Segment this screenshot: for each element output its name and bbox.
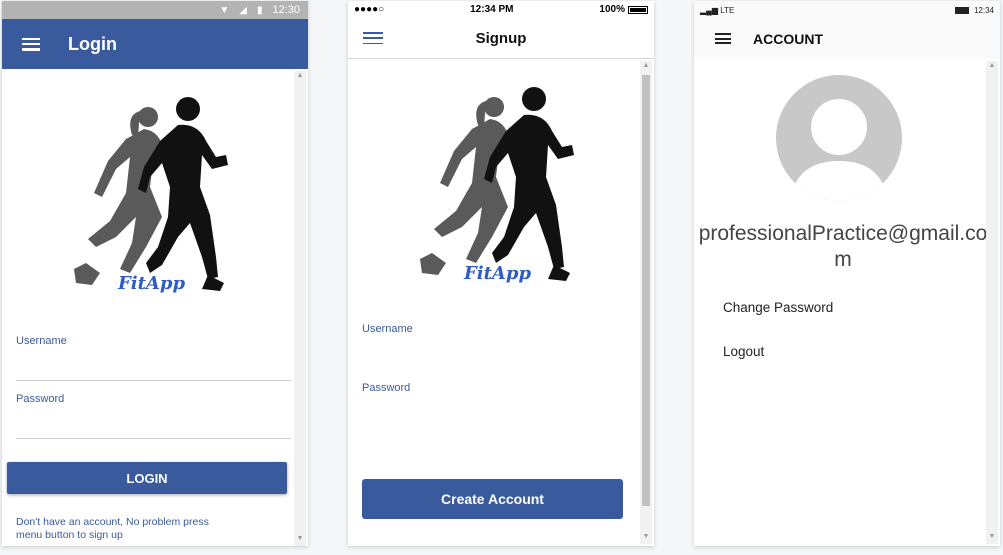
scrollbar[interactable]: ▲ ▼	[294, 71, 306, 546]
signal-icon: ▂▄▆	[700, 5, 718, 15]
scrollbar[interactable]: ▲ ▼	[640, 61, 652, 544]
hamburger-menu-icon[interactable]	[363, 32, 383, 44]
battery-icon	[954, 6, 969, 14]
page-title: ACCOUNT	[753, 31, 823, 47]
avatar	[776, 75, 902, 201]
scrollbar[interactable]: ▲ ▼	[986, 61, 998, 544]
battery-icon: ▮	[256, 4, 263, 16]
logout-link[interactable]: Logout	[723, 344, 764, 359]
wifi-icon: ▼	[219, 4, 230, 16]
password-label: Password	[362, 382, 411, 394]
username-label: Username	[16, 335, 67, 347]
status-time: 12:34 PM	[470, 4, 514, 15]
password-input[interactable]	[362, 400, 622, 426]
nav-bar: Signup	[348, 18, 654, 59]
username-label: Username	[362, 323, 413, 335]
page-title: Login	[68, 33, 117, 54]
scroll-up-icon[interactable]: ▲	[294, 71, 306, 81]
signal-indicator: ●●●●○	[354, 4, 385, 15]
signup-hint-text: Don't have an account, No problem press …	[16, 516, 209, 541]
app-bar: Login	[2, 19, 308, 69]
status-time: 12:34	[973, 5, 994, 15]
password-input[interactable]	[16, 411, 286, 437]
login-screen: ▼ ◢ ▮ 12:30 Login FitApp Username Passwo…	[2, 1, 308, 546]
hamburger-menu-icon[interactable]	[715, 33, 731, 44]
status-bar: ▂▄▆ LTE 12:34	[694, 1, 1000, 19]
logo-text: FitApp	[464, 263, 532, 284]
scroll-up-icon[interactable]: ▲	[986, 61, 998, 71]
status-bar: ●●●●○ 12:34 PM 100%	[348, 1, 654, 18]
password-underline	[16, 438, 291, 439]
signup-screen: ●●●●○ 12:34 PM 100% Signup FitApp Userna	[348, 1, 654, 546]
scroll-down-icon[interactable]: ▼	[640, 532, 652, 542]
scroll-down-icon[interactable]: ▼	[294, 534, 306, 544]
create-account-button[interactable]: Create Account	[362, 479, 623, 519]
page-title: Signup	[475, 29, 527, 47]
login-button[interactable]: LOGIN	[7, 462, 287, 494]
username-input[interactable]	[362, 341, 622, 367]
default-user-icon	[790, 99, 888, 201]
status-time: 12:30	[272, 4, 300, 16]
logo-text: FitApp	[118, 273, 186, 294]
hamburger-menu-icon[interactable]	[22, 37, 40, 51]
fitapp-logo-image: FitApp	[66, 97, 236, 297]
battery-percent: 100%	[599, 4, 625, 15]
fitapp-logo-image: FitApp	[412, 87, 582, 287]
network-type: LTE	[720, 5, 735, 15]
signal-icon: ◢	[239, 4, 247, 16]
battery-icon	[627, 5, 648, 14]
scroll-down-icon[interactable]: ▼	[986, 532, 998, 542]
scroll-up-icon[interactable]: ▲	[640, 61, 652, 71]
user-email: professionalPractice@gmail.com	[698, 222, 988, 271]
username-input[interactable]	[16, 353, 286, 379]
username-underline	[16, 380, 291, 381]
app-bar: ACCOUNT	[694, 19, 1000, 59]
account-screen: ▂▄▆ LTE 12:34 ACCOUNT professionalPracti…	[694, 1, 1000, 546]
change-password-link[interactable]: Change Password	[723, 300, 833, 315]
password-label: Password	[16, 393, 65, 405]
scroll-thumb[interactable]	[642, 75, 650, 506]
status-bar: ▼ ◢ ▮ 12:30	[2, 1, 308, 19]
